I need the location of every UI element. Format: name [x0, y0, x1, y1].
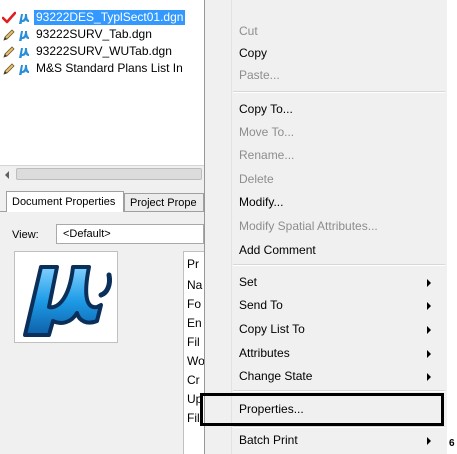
pane-splitter[interactable] — [0, 183, 204, 191]
properties-highlight-box — [200, 393, 444, 426]
view-dropdown[interactable]: <Default> — [56, 224, 204, 244]
menu-item-paste[interactable]: Paste... — [239, 68, 280, 82]
property-label: Wo — [187, 354, 204, 368]
menu-item-batch-print[interactable]: Batch Print — [239, 433, 298, 447]
submenu-arrow-icon — [427, 350, 431, 358]
property-label: Pr — [187, 257, 199, 271]
menu-item-send-to[interactable]: Send To — [239, 298, 283, 312]
menu-item-copy-list-to[interactable]: Copy List To — [239, 322, 305, 336]
menu-item-attributes[interactable]: Attributes — [239, 346, 290, 360]
submenu-arrow-icon — [427, 302, 431, 310]
properties-tab-strip: Document Properties Project Prope — [0, 191, 204, 212]
submenu-arrow-icon — [427, 373, 431, 381]
microstation-file-icon — [17, 45, 31, 59]
file-name: 93222DES_TyplSect01.dgn — [34, 10, 186, 25]
file-name: 93222SURV_Tab.dgn — [36, 27, 152, 41]
microstation-file-icon — [17, 11, 31, 25]
horizontal-scrollbar[interactable] — [0, 165, 204, 184]
file-name: 93222SURV_WUTab.dgn — [36, 44, 172, 58]
menu-item-rename[interactable]: Rename... — [239, 148, 294, 162]
menu-item-modify[interactable]: Modify... — [239, 195, 283, 209]
file-row-2[interactable]: 93222SURV_WUTab.dgn — [2, 43, 174, 60]
menu-icon-gutter — [231, 0, 232, 454]
property-label: Cr — [187, 373, 200, 387]
submenu-arrow-icon — [427, 326, 431, 334]
menu-item-copy-to[interactable]: Copy To... — [239, 102, 293, 116]
checkmark-icon — [1, 11, 17, 25]
menu-separator — [233, 264, 445, 266]
file-row-3[interactable]: M&S Standard Plans List In — [2, 60, 185, 77]
pencil-icon — [2, 45, 16, 59]
menu-item-cut[interactable]: Cut — [239, 24, 258, 38]
menu-item-set[interactable]: Set — [239, 275, 257, 289]
scrollbar-thumb[interactable] — [16, 168, 202, 180]
property-label: Fil — [187, 411, 200, 425]
menu-item-add-comment[interactable]: Add Comment — [239, 243, 316, 257]
menu-separator — [233, 390, 445, 392]
view-label: View: — [12, 229, 39, 241]
menu-separator — [233, 91, 445, 93]
edge-digit: 6 — [449, 438, 455, 449]
menu-item-change-state[interactable]: Change State — [239, 369, 312, 383]
pencil-icon — [2, 62, 16, 76]
submenu-arrow-icon — [427, 437, 431, 445]
microstation-file-icon — [17, 62, 31, 76]
context-menu: Cut Copy Paste... Copy To... Move To... … — [204, 0, 447, 454]
menu-item-copy[interactable]: Copy — [239, 46, 267, 60]
property-label: Fil — [187, 335, 200, 349]
scroll-left-arrow-icon[interactable] — [2, 169, 12, 179]
property-label: Fo — [187, 297, 202, 311]
file-row-1[interactable]: 93222SURV_Tab.dgn — [2, 26, 154, 43]
tab-project-properties[interactable]: Project Prope — [124, 193, 204, 211]
menu-separator — [233, 426, 445, 428]
property-label: Na — [187, 278, 203, 292]
menu-item-delete[interactable]: Delete — [239, 172, 274, 186]
pencil-icon — [2, 28, 16, 42]
menu-item-modify-spatial-attributes[interactable]: Modify Spatial Attributes... — [239, 219, 378, 233]
document-thumbnail — [14, 251, 118, 343]
microstation-logo-icon — [23, 265, 112, 337]
submenu-arrow-icon — [427, 279, 431, 287]
file-row-0[interactable]: 93222DES_TyplSect01.dgn — [1, 9, 186, 26]
file-name: M&S Standard Plans List In — [36, 61, 183, 75]
tab-document-properties[interactable]: Document Properties — [6, 191, 124, 212]
microstation-file-icon — [17, 28, 31, 42]
menu-item-move-to[interactable]: Move To... — [239, 125, 294, 139]
property-label: En — [187, 316, 202, 330]
